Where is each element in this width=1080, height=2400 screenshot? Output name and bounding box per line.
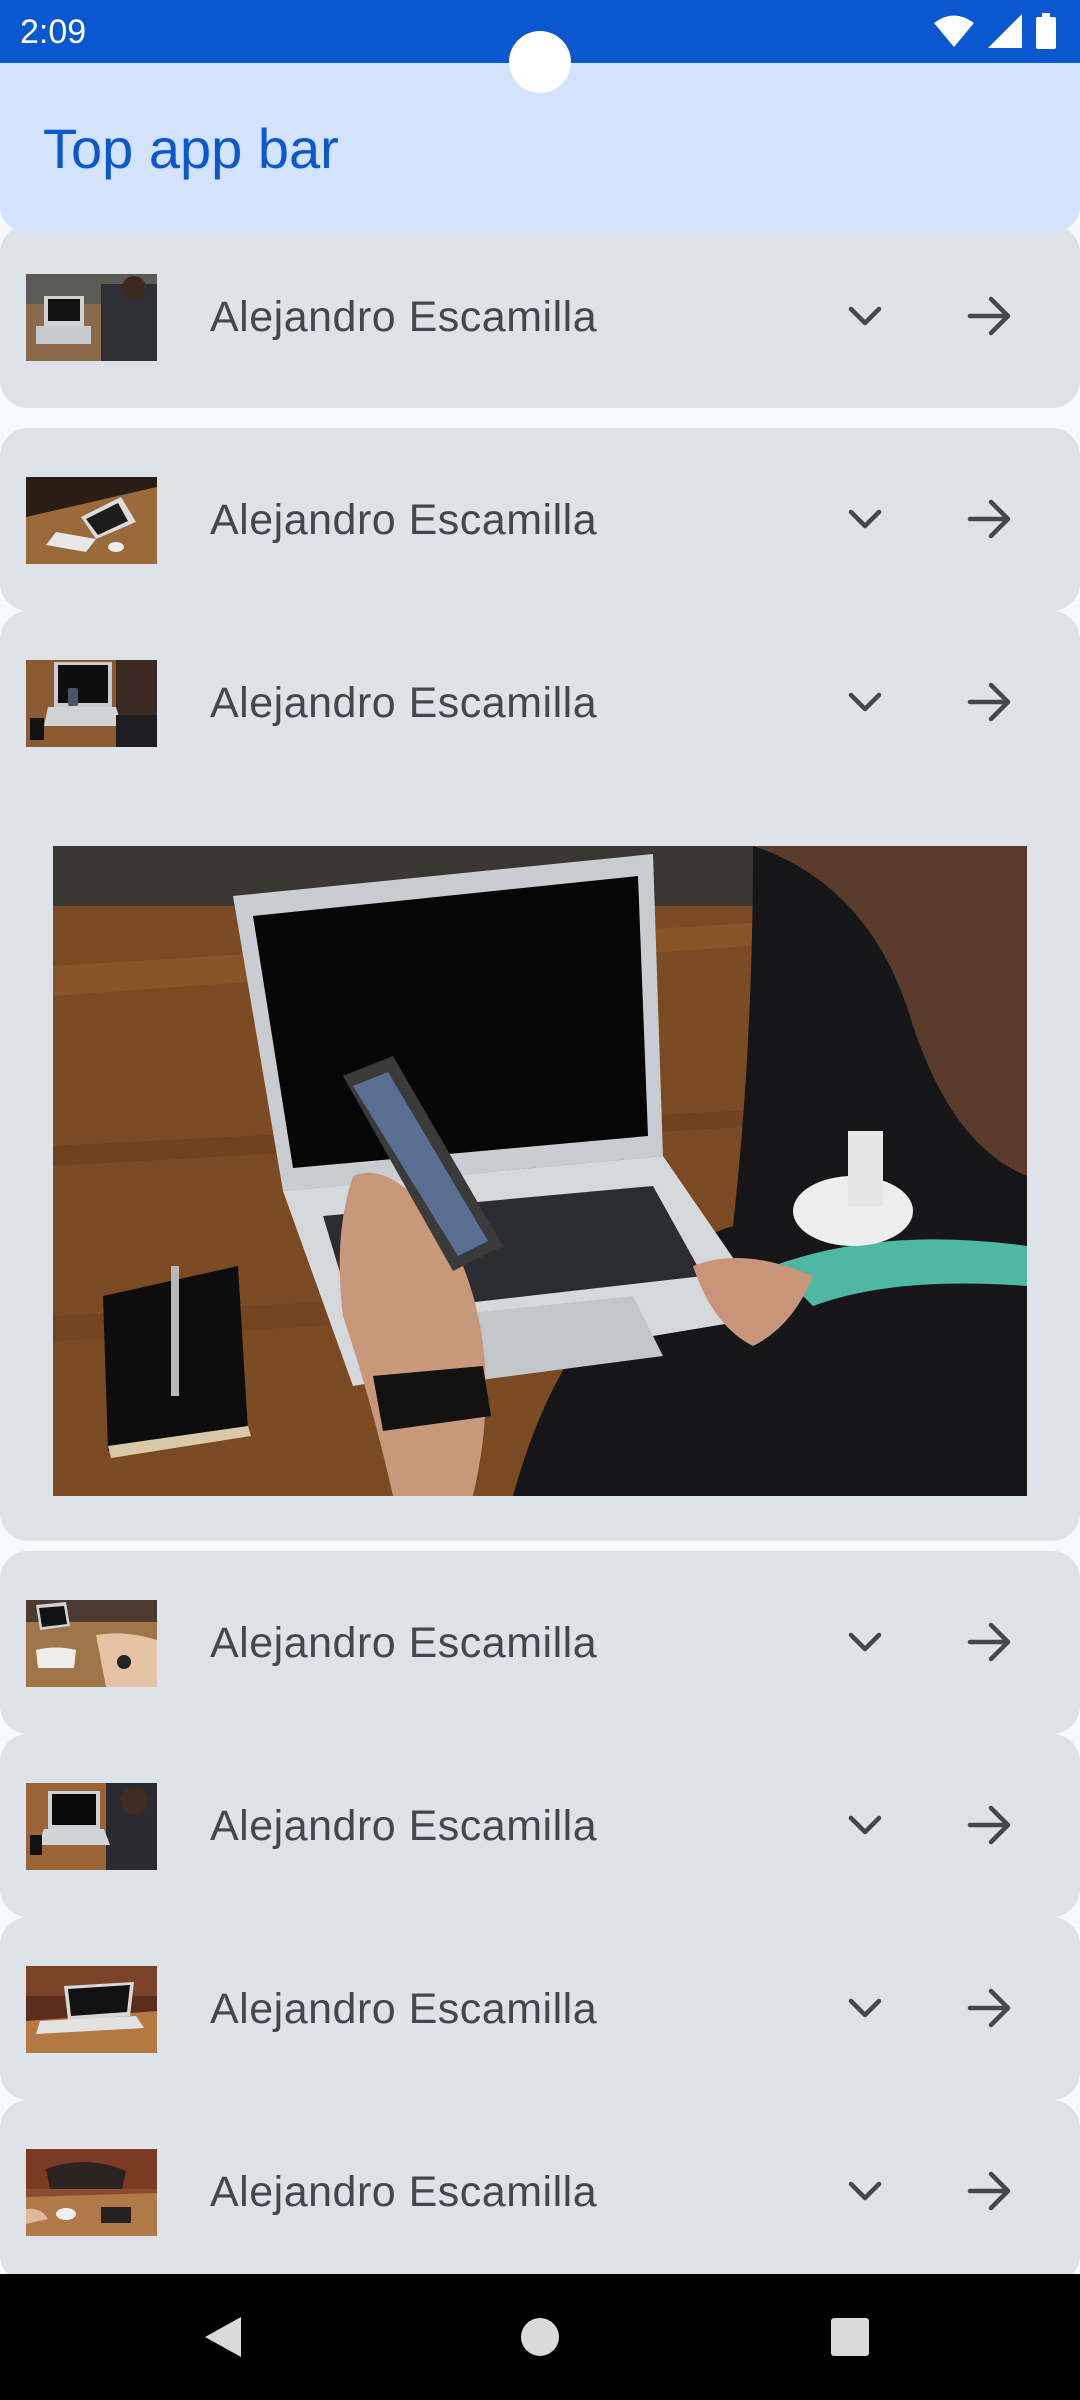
author-name: Alejandro Escamilla — [210, 1985, 598, 2033]
open-detail-button[interactable] — [955, 484, 1025, 554]
page-title: Top app bar — [43, 117, 339, 180]
arrow-forward-icon — [967, 1988, 1011, 2028]
list-item[interactable]: Alejandro Escamilla — [0, 2100, 1080, 2283]
arrow-forward-icon — [967, 2171, 1011, 2211]
open-detail-button[interactable] — [955, 667, 1025, 737]
list-item-row[interactable]: Alejandro Escamilla — [0, 1734, 1080, 1917]
author-name: Alejandro Escamilla — [210, 1619, 598, 1667]
signal-icon — [988, 14, 1022, 48]
back-icon — [205, 2317, 241, 2357]
system-navigation-bar — [0, 2274, 1080, 2400]
list-item-row[interactable]: Alejandro Escamilla — [0, 2100, 1080, 2283]
open-detail-button[interactable] — [955, 1790, 1025, 1860]
thumbnail-image — [26, 1966, 157, 2053]
arrow-forward-icon — [967, 682, 1011, 722]
expand-button[interactable] — [830, 2156, 900, 2226]
chevron-down-icon — [848, 1815, 882, 1835]
thumbnail-image — [26, 1600, 157, 1687]
expand-button[interactable] — [830, 484, 900, 554]
arrow-forward-icon — [967, 499, 1011, 539]
thumbnail-image — [26, 477, 157, 564]
list-item[interactable]: Alejandro Escamilla — [0, 225, 1080, 408]
chevron-down-icon — [848, 692, 882, 712]
author-name: Alejandro Escamilla — [210, 496, 598, 544]
open-detail-button[interactable] — [955, 2156, 1025, 2226]
chevron-down-icon — [848, 1632, 882, 1652]
home-icon — [521, 2318, 559, 2356]
list-item-row[interactable]: Alejandro Escamilla — [0, 1551, 1080, 1734]
open-detail-button[interactable] — [955, 1973, 1025, 2043]
status-time: 2:09 — [20, 13, 87, 51]
chevron-down-icon — [848, 306, 882, 326]
chevron-down-icon — [848, 2181, 882, 2201]
arrow-forward-icon — [967, 1622, 1011, 1662]
arrow-forward-icon — [967, 296, 1011, 336]
list-item-row[interactable]: Alejandro Escamilla — [0, 428, 1080, 611]
camera-cutout — [509, 31, 571, 93]
thumbnail-image — [26, 2149, 157, 2236]
recents-button[interactable] — [817, 2304, 883, 2370]
expand-button[interactable] — [830, 281, 900, 351]
back-button[interactable] — [190, 2304, 256, 2370]
recents-icon — [831, 2318, 869, 2356]
battery-icon — [1036, 13, 1056, 49]
list-item[interactable]: Alejandro Escamilla — [0, 1917, 1080, 2100]
thumbnail-image — [26, 660, 157, 747]
expanded-photo — [53, 846, 1027, 1496]
thumbnail-image — [26, 274, 157, 361]
list-item[interactable]: Alejandro Escamilla — [0, 428, 1080, 611]
thumbnail-image — [26, 1783, 157, 1870]
list-item-expanded[interactable]: Alejandro Escamilla — [0, 611, 1080, 1541]
list-item-row[interactable]: Alejandro Escamilla — [0, 225, 1080, 408]
list-item-row[interactable]: Alejandro Escamilla — [0, 1917, 1080, 2100]
arrow-forward-icon — [967, 1805, 1011, 1845]
expand-button[interactable] — [830, 1790, 900, 1860]
chevron-down-icon — [848, 509, 882, 529]
open-detail-button[interactable] — [955, 1607, 1025, 1677]
expand-button[interactable] — [830, 1973, 900, 2043]
author-name: Alejandro Escamilla — [210, 293, 598, 341]
open-detail-button[interactable] — [955, 281, 1025, 351]
expand-button[interactable] — [830, 1607, 900, 1677]
author-name: Alejandro Escamilla — [210, 1802, 598, 1850]
chevron-down-icon — [848, 1998, 882, 2018]
list-item-row[interactable]: Alejandro Escamilla — [0, 611, 1080, 794]
author-name: Alejandro Escamilla — [210, 679, 598, 727]
home-button[interactable] — [507, 2304, 573, 2370]
list-item[interactable]: Alejandro Escamilla — [0, 1551, 1080, 1734]
list-item[interactable]: Alejandro Escamilla — [0, 1734, 1080, 1917]
expand-button[interactable] — [830, 667, 900, 737]
author-name: Alejandro Escamilla — [210, 2168, 598, 2216]
status-icons — [934, 12, 1056, 50]
wifi-icon — [934, 15, 974, 47]
